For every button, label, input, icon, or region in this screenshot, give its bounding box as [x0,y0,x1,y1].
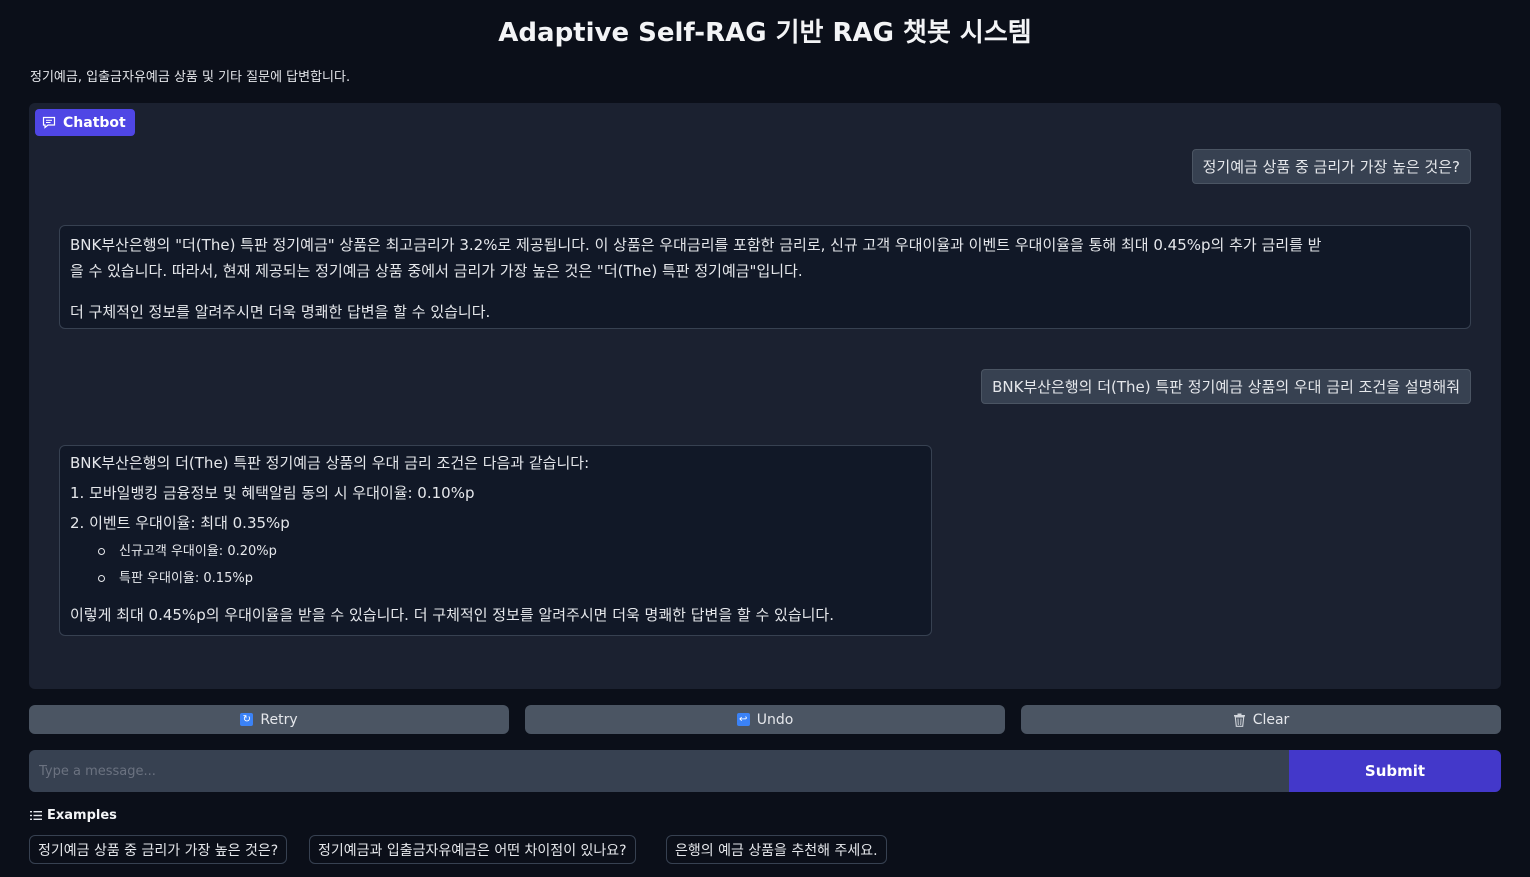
retry-icon: ↻ [240,713,254,726]
message-input[interactable] [29,750,1289,792]
user-message-text: BNK부산은행의 더(The) 특판 정기예금 상품의 우대 금리 조건을 설명… [992,378,1460,396]
page-subtitle: 정기예금, 입출금자유예금 상품 및 기타 질문에 답변합니다. [30,70,351,85]
user-message: 정기예금 상품 중 금리가 가장 높은 것은? [1191,149,1471,184]
trash-icon [1233,713,1245,727]
page-title: Adaptive Self-RAG 기반 RAG 챗봇 시스템 [498,18,1032,48]
examples-heading: Examples [30,808,117,823]
bot-message-intro: BNK부산은행의 더(The) 특판 정기예금 상품의 우대 금리 조건은 다음… [70,454,590,472]
retry-label: Retry [260,711,298,728]
bot-message-sub-item: 특판 우대이율: 0.15%p [70,565,921,592]
chatbot-panel[interactable]: Chatbot 정기예금 상품 중 금리가 가장 높은 것은? BNK부산은행의… [29,103,1501,689]
chatbot-label-text: Chatbot [63,114,126,131]
user-message: BNK부산은행의 더(The) 특판 정기예금 상품의 우대 금리 조건을 설명… [981,369,1471,404]
bot-message-list-item: 1. 모바일뱅킹 금융정보 및 혜택알림 동의 시 우대이율: 0.10%p [70,484,475,502]
bot-message-list-item: 2. 이벤트 우대이율: 최대 0.35%p [70,514,290,532]
chat-icon [42,116,56,129]
bot-message-line: 을 수 있습니다. 따라서, 현재 제공되는 정기예금 상품 중에서 금리가 가… [70,262,803,280]
list-icon [30,811,42,820]
bot-message: BNK부산은행의 더(The) 특판 정기예금 상품의 우대 금리 조건은 다음… [59,445,932,636]
retry-button[interactable]: ↻ Retry [29,705,509,734]
undo-label: Undo [756,711,794,728]
user-message-text: 정기예금 상품 중 금리가 가장 높은 것은? [1202,158,1460,176]
clear-label: Clear [1252,711,1290,728]
bullet-icon [98,575,105,582]
submit-button[interactable]: Submit [1289,750,1501,792]
bot-message-line: 더 구체적인 정보를 알려주시면 더욱 명쾌한 답변을 할 수 있습니다. [70,303,491,321]
chatbot-label: Chatbot [35,109,135,136]
undo-icon: ↩ [736,713,750,726]
example-button[interactable]: 은행의 예금 상품을 추천해 주세요. [666,835,887,864]
bot-message-outro: 이렇게 최대 0.45%p의 우대이율을 받을 수 있습니다. 더 구체적인 정… [70,606,835,624]
bullet-icon [98,548,105,555]
example-button[interactable]: 정기예금과 입출금자유예금은 어떤 차이점이 있나요? [309,835,636,864]
undo-button[interactable]: ↩ Undo [525,705,1005,734]
bot-message-line: BNK부산은행의 "더(The) 특판 정기예금" 상품은 최고금리가 3.2%… [70,236,1322,254]
examples-heading-text: Examples [47,808,117,823]
bot-message: BNK부산은행의 "더(The) 특판 정기예금" 상품은 최고금리가 3.2%… [59,225,1471,329]
example-button[interactable]: 정기예금 상품 중 금리가 가장 높은 것은? [29,835,288,864]
bot-message-sub-item: 신규고객 우대이율: 0.20%p [70,538,921,565]
clear-button[interactable]: Clear [1021,705,1501,734]
